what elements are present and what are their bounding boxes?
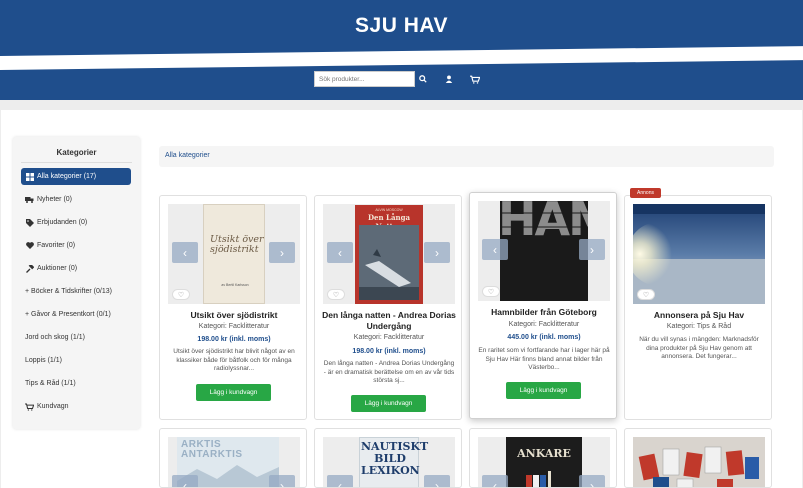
sidebar-item-label: Jord och skog (1/1) (25, 334, 85, 341)
product-name[interactable]: Den långa natten - Andrea Dorias Undergå… (319, 310, 459, 332)
sidebar-title: Kategorier (56, 148, 97, 157)
sidebar-item-label: Kundvagn (37, 403, 69, 410)
product-description: Den långa natten - Andrea Dorias Undergå… (323, 360, 455, 384)
product-category: Kategori: Tips & Råd (666, 323, 732, 330)
sidebar-item-label: + Gåvor & Presentkort (0/1) (25, 311, 111, 318)
favorite-heart-icon[interactable]: ♡ (327, 289, 345, 300)
header-stripe (0, 45, 803, 71)
breadcrumb-link[interactable]: Alla kategorier (165, 152, 210, 159)
favorite-heart-icon[interactable]: ♡ (637, 289, 655, 300)
cart-icon (25, 402, 34, 411)
prev-image-button[interactable]: ‹ (172, 242, 198, 263)
favorite-heart-icon[interactable]: ♡ (482, 286, 500, 297)
product-card: NAUTISKT BILD LEXIKON ‹ › (314, 428, 462, 488)
cover-title: NAUTISKT BILD LEXIKON (361, 440, 429, 477)
prev-image-button[interactable]: ‹ (482, 239, 508, 260)
cover-photo (359, 225, 419, 300)
grid-icon (25, 172, 34, 181)
sidebar-item-label: Nyheter (0) (37, 196, 73, 203)
book-cover: ANKARE (506, 437, 582, 487)
sidebar-item-news[interactable]: Nyheter (0) (21, 191, 131, 208)
sidebar-item-tips[interactable]: Tips & Råd (1/1) (21, 375, 131, 392)
product-image[interactable] (633, 204, 765, 304)
product-description: Utsikt över sjödistrikt har blivit något… (173, 348, 295, 372)
sidebar-item-label: Alla kategorier (17) (37, 173, 97, 180)
product-name[interactable]: Annonsera på Sju Hav (629, 310, 769, 321)
product-description: En raritet som vi fortfarande har i lage… (478, 347, 610, 371)
sidebar-item-books[interactable]: + Böcker & Tidskrifter (0/13) (21, 283, 131, 300)
prev-image-button[interactable]: ‹ (327, 242, 353, 263)
product-card: HAMN ‹ › ♡ Hamnbilder från Göteborg Kate… (469, 192, 617, 419)
product-image[interactable] (633, 437, 765, 487)
next-image-button[interactable]: › (269, 475, 295, 487)
book-cover: Utsikt över sjödistrikt av Bertil Karlss… (203, 204, 265, 304)
product-name[interactable]: Utsikt över sjödistrikt (164, 310, 304, 321)
cover-title: ARKTIS ANTARKTIS (181, 439, 243, 460)
next-image-button[interactable]: › (424, 242, 450, 263)
cover-author: ALVIN MOSCOW (375, 208, 403, 212)
product-category: Kategori: Facklitteratur (353, 334, 425, 341)
prev-image-button[interactable]: ‹ (482, 475, 508, 487)
product-category: Kategori: Facklitteratur (508, 321, 580, 328)
favorite-heart-icon[interactable]: ♡ (172, 289, 190, 300)
next-image-button[interactable]: › (579, 475, 605, 487)
cover-title: ANKARE (517, 447, 571, 460)
next-image-button[interactable]: › (579, 239, 605, 260)
sidebar-item-gifts[interactable]: + Gåvor & Presentkort (0/1) (21, 306, 131, 323)
product-price: 198.00 kr (inkl. moms) (197, 336, 271, 343)
book-cover: HAMN (500, 201, 588, 301)
sidebar-item-favorites[interactable]: Favoriter (0) (21, 237, 131, 254)
product-card: Utsikt över sjödistrikt av Bertil Karlss… (159, 195, 307, 420)
sidebar-item-label: Tips & Råd (1/1) (25, 380, 76, 387)
product-card: ANKARE ‹ › (469, 428, 617, 488)
sidebar-item-land-forest[interactable]: Jord och skog (1/1) (21, 329, 131, 346)
add-to-cart-button[interactable]: Lägg i kundvagn (506, 382, 581, 399)
divider (21, 162, 132, 163)
product-card: ♡ Annonsera på Sju Hav Kategori: Tips & … (624, 195, 772, 420)
product-price: 445.00 kr (inkl. moms) (507, 334, 581, 341)
prev-image-button[interactable]: ‹ (172, 475, 198, 487)
breadcrumb: Alla kategorier (159, 146, 774, 167)
product-price: 198.00 kr (inkl. moms) (352, 348, 426, 355)
product-card: ARKTIS ANTARKTIS ‹ › (159, 428, 307, 488)
sidebar-item-label: Erbjudanden (0) (37, 219, 88, 226)
cover-title: Utsikt över sjödistrikt (210, 234, 264, 255)
sidebar-item-auctions[interactable]: Auktioner (0) (21, 260, 131, 277)
product-card (624, 428, 772, 488)
tag-icon (25, 218, 34, 227)
heart-icon (25, 242, 34, 250)
product-category: Kategori: Facklitteratur (198, 323, 270, 330)
site-title[interactable]: SJU HAV (0, 14, 803, 38)
book-cover: ALVIN MOSCOW Den Långa Natten (355, 205, 423, 304)
sidebar-item-offers[interactable]: Erbjudanden (0) (21, 214, 131, 231)
truck-icon (25, 196, 34, 204)
ad-badge: Annons (630, 188, 661, 198)
next-image-button[interactable]: › (424, 475, 450, 487)
product-card: ALVIN MOSCOW Den Långa Natten ‹ › ♡ Den … (314, 195, 462, 420)
category-sidebar: Kategorier Alla kategorier (17) Nyheter … (13, 137, 140, 429)
user-icon[interactable] (442, 72, 456, 86)
book-cover: NAUTISKT BILD LEXIKON (359, 437, 429, 487)
gavel-icon (25, 264, 34, 273)
cart-icon[interactable] (468, 72, 482, 86)
sidebar-item-flea-market[interactable]: Loppis (1/1) (21, 352, 131, 369)
search-input[interactable] (314, 71, 415, 87)
add-to-cart-button[interactable]: Lägg i kundvagn (351, 395, 426, 412)
product-name[interactable]: Hamnbilder från Göteborg (474, 307, 614, 318)
prev-image-button[interactable]: ‹ (327, 475, 353, 487)
cover-author: av Bertil Karlsson (221, 283, 249, 287)
search-icon[interactable] (416, 72, 430, 86)
product-description: När du vill synas i mängden: Marknadsför… (639, 336, 759, 360)
sidebar-item-label: + Böcker & Tidskrifter (0/13) (25, 288, 112, 295)
sidebar-item-label: Auktioner (0) (37, 265, 78, 272)
sidebar-item-cart[interactable]: Kundvagn (21, 398, 131, 415)
add-to-cart-button[interactable]: Lägg i kundvagn (196, 384, 271, 401)
sidebar-item-label: Loppis (1/1) (25, 357, 62, 364)
sidebar-item-all-categories[interactable]: Alla kategorier (17) (21, 168, 131, 185)
sidebar-item-label: Favoriter (0) (37, 242, 76, 249)
next-image-button[interactable]: › (269, 242, 295, 263)
